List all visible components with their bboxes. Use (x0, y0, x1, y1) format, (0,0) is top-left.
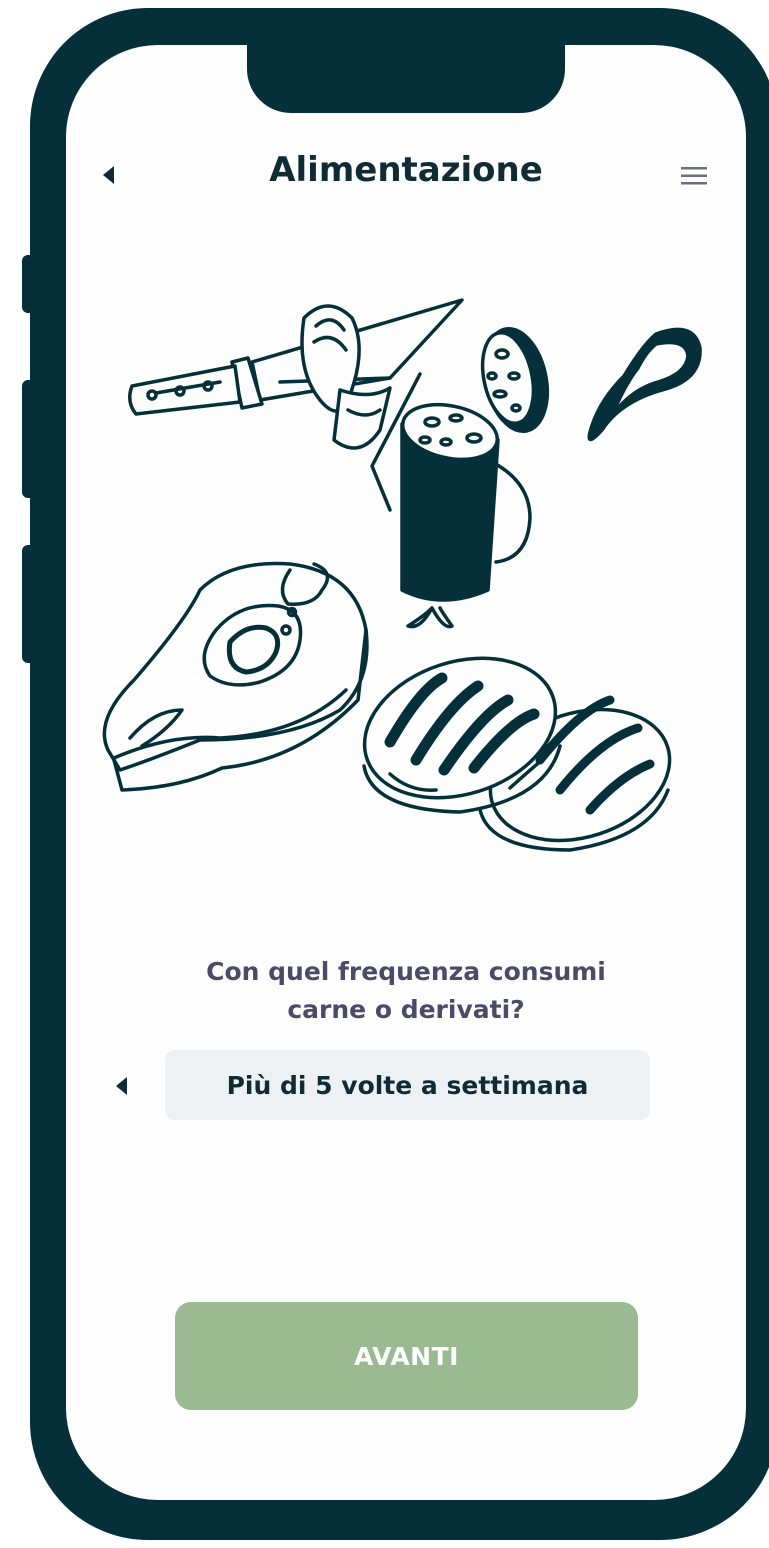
knife-drawing (128, 298, 464, 416)
question-line-2: carne o derivati? (287, 995, 525, 1024)
phone-notch (247, 38, 565, 113)
frequency-select[interactable]: Più di 5 volte a settimana (165, 1050, 650, 1120)
grilled-patties-drawing (362, 656, 672, 852)
chevron-left-icon[interactable] (100, 164, 118, 186)
question-line-1: Con quel frequenza consumi (206, 957, 606, 986)
question-text: Con quel frequenza consumi carne o deriv… (160, 953, 652, 1029)
hamburger-menu-icon[interactable] (678, 164, 712, 188)
next-button[interactable]: AVANTI (175, 1302, 638, 1410)
page-title: Alimentazione (269, 150, 543, 190)
chevron-left-icon[interactable] (113, 1075, 131, 1097)
steak-drawing (102, 561, 369, 792)
meat-illustration (90, 290, 720, 880)
frequency-select-value: Più di 5 volte a settimana (226, 1070, 589, 1100)
sausage-ring-drawing (587, 327, 702, 442)
